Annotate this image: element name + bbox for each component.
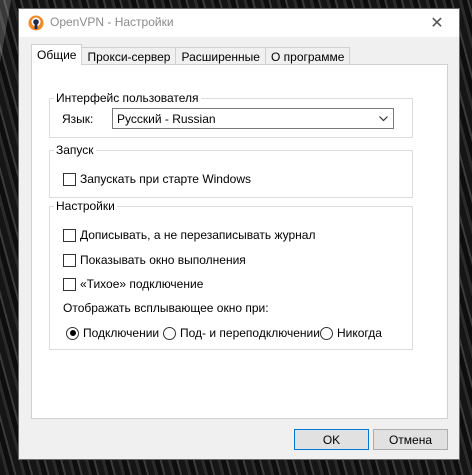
tab-proxy[interactable]: Прокси-сервер (81, 47, 177, 65)
close-icon: ✕ (430, 15, 444, 32)
ok-button[interactable]: OK (294, 429, 369, 450)
show-progress-label: Показывать окно выполнения (80, 253, 246, 267)
cancel-button[interactable]: Отмена (373, 429, 448, 450)
popup-label: Отображать всплывающее окно при: (63, 301, 269, 315)
popup-radio-reconnect-label: Под- и переподключении (180, 326, 320, 340)
tab-bar: Общие Прокси-сервер Расширенные О програ… (31, 44, 351, 65)
close-button[interactable]: ✕ (415, 9, 459, 37)
start-with-windows-label: Запускать при старте Windows (80, 172, 251, 186)
tab-general[interactable]: Общие (31, 44, 83, 65)
popup-radio-reconnect[interactable]: Под- и переподключении (163, 326, 320, 340)
start-with-windows-checkbox[interactable]: Запускать при старте Windows (63, 172, 251, 186)
silent-connect-label: «Тихое» подключение (80, 277, 204, 291)
radio-button[interactable] (163, 326, 176, 340)
startup-group-legend: Запуск (56, 143, 94, 157)
title-bar: OpenVPN - Настройки ✕ (19, 9, 459, 37)
silent-connect-checkbox[interactable]: «Тихое» подключение (63, 277, 203, 291)
checkbox-box[interactable] (63, 277, 76, 291)
language-label: Язык: (62, 112, 94, 126)
settings-group-legend: Настройки (56, 199, 115, 213)
language-select-value: Русский - Russian (117, 111, 216, 126)
chevron-down-icon (379, 116, 388, 122)
language-select[interactable]: Русский - Russian (112, 108, 394, 129)
checkbox-box[interactable] (63, 253, 76, 267)
radio-button[interactable] (320, 326, 333, 340)
checkbox-box[interactable] (63, 228, 76, 242)
popup-radio-never[interactable]: Никогда (320, 326, 382, 340)
openvpn-icon (28, 15, 44, 31)
popup-radio-connect-label: Подключении (83, 326, 160, 340)
checkbox-box[interactable] (63, 172, 76, 186)
startup-group: Запуск (49, 143, 413, 198)
interface-group-legend: Интерфейс пользователя (56, 91, 199, 105)
window-title: OpenVPN - Настройки (50, 15, 174, 29)
tab-about[interactable]: О программе (264, 47, 351, 65)
append-log-checkbox[interactable]: Дописывать, а не перезаписывать журнал (63, 228, 315, 242)
tab-advanced[interactable]: Расширенные (175, 47, 266, 65)
show-progress-checkbox[interactable]: Показывать окно выполнения (63, 253, 246, 267)
append-log-label: Дописывать, а не перезаписывать журнал (80, 228, 316, 242)
popup-radio-never-label: Никогда (337, 326, 382, 340)
popup-radio-connect[interactable]: Подключении (66, 326, 159, 340)
general-tab-panel: Интерфейс пользователя Язык: Русский - R… (31, 64, 448, 419)
settings-window: OpenVPN - Настройки ✕ Общие Прокси-серве… (18, 8, 460, 460)
radio-button[interactable] (66, 326, 79, 340)
